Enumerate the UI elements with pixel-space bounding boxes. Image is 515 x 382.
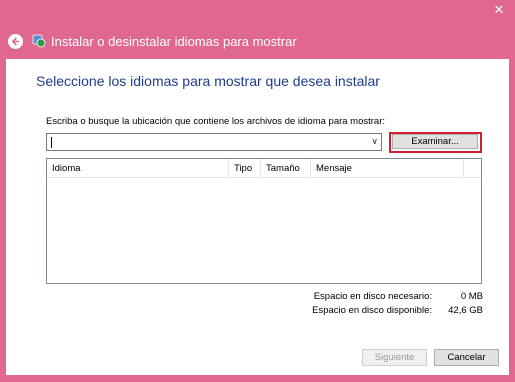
column-header-idioma[interactable]: Idioma — [47, 159, 229, 177]
back-arrow-icon — [11, 36, 20, 46]
disk-required-value: 0 MB — [460, 291, 483, 302]
column-header-tipo[interactable]: Tipo — [229, 159, 261, 177]
wizard-content: Seleccione los idiomas para mostrar que … — [6, 59, 509, 375]
disk-available-value: 42,6 GB — [448, 305, 483, 316]
column-header-mensaje[interactable]: Mensaje — [311, 159, 464, 177]
page-title: Seleccione los idiomas para mostrar que … — [36, 73, 380, 89]
language-globe-icon — [32, 34, 46, 48]
close-button[interactable]: ✕ — [485, 0, 513, 19]
path-label: Escriba o busque la ubicación que contie… — [46, 116, 386, 127]
disk-required-label: Espacio en disco necesario: — [313, 291, 432, 302]
next-button[interactable]: Siguiente — [362, 349, 427, 366]
close-icon: ✕ — [493, 1, 505, 17]
window-header: Instalar o desinstalar idiomas para most… — [8, 30, 297, 52]
disk-space-values: 0 MB 42,6 GB — [436, 290, 483, 318]
text-caret — [51, 137, 52, 148]
chevron-down-icon[interactable]: ∨ — [371, 136, 378, 147]
language-table[interactable]: Idioma Tipo Tamaño Mensaje — [46, 158, 482, 284]
browse-button[interactable]: Examinar... — [392, 134, 478, 149]
column-header-tamano[interactable]: Tamaño — [261, 159, 311, 177]
window-title: Instalar o desinstalar idiomas para most… — [51, 33, 297, 49]
table-header: Idioma Tipo Tamaño Mensaje — [47, 159, 481, 178]
disk-space-labels: Espacio en disco necesario: Espacio en d… — [306, 290, 432, 318]
cancel-button[interactable]: Cancelar — [434, 349, 499, 366]
path-combobox[interactable]: ∨ — [46, 133, 382, 151]
back-button[interactable] — [8, 33, 23, 49]
disk-available-label: Espacio en disco disponible: — [312, 305, 432, 316]
